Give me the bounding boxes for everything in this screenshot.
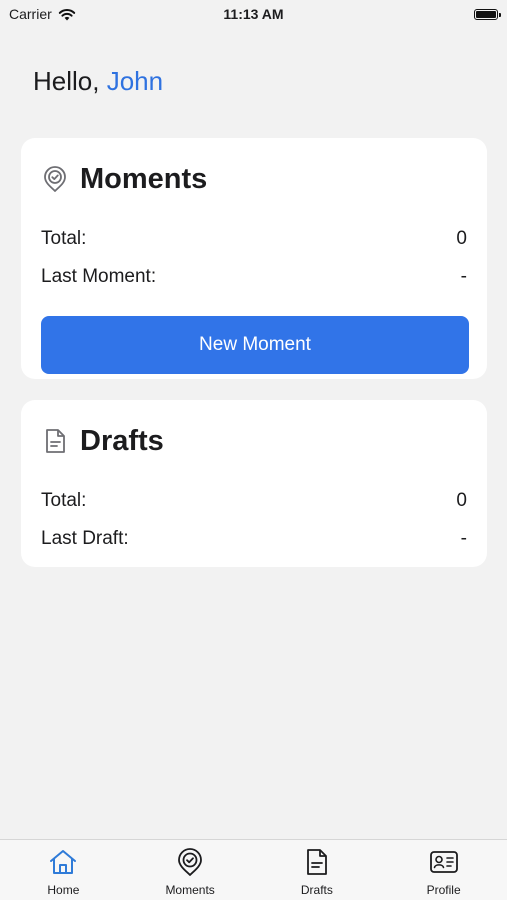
drafts-total-label: Total: — [41, 490, 87, 511]
moments-total-row: Total: 0 — [41, 220, 467, 258]
moments-card: Moments Total: 0 Last Moment: - New Mome… — [21, 138, 487, 379]
moments-card-header: Moments — [41, 138, 467, 220]
location-check-icon — [41, 165, 69, 193]
home-icon — [48, 847, 78, 877]
tab-home-label: Home — [47, 883, 80, 897]
tab-profile-label: Profile — [426, 883, 461, 897]
tab-drafts[interactable]: Drafts — [254, 840, 381, 900]
tab-moments-label: Moments — [165, 883, 215, 897]
tab-drafts-label: Drafts — [300, 883, 333, 897]
moments-title: Moments — [80, 162, 208, 195]
greeting-name: John — [106, 66, 164, 96]
drafts-card-header: Drafts — [41, 400, 467, 482]
moments-total-value: 0 — [456, 228, 467, 249]
drafts-total-value: 0 — [456, 490, 467, 511]
status-bar: Carrier 11:13 AM — [0, 0, 507, 28]
tab-home[interactable]: Home — [0, 840, 127, 900]
status-time: 11:13 AM — [223, 6, 284, 22]
greeting: Hello, John — [33, 66, 163, 97]
last-moment-value: - — [460, 266, 467, 287]
greeting-prefix: Hello, — [33, 66, 100, 96]
tab-profile[interactable]: Profile — [380, 840, 507, 900]
last-moment-label: Last Moment: — [41, 266, 157, 287]
document-icon — [302, 847, 332, 877]
location-check-icon — [175, 847, 205, 877]
new-moment-button[interactable]: New Moment — [41, 316, 469, 374]
tab-moments[interactable]: Moments — [127, 840, 254, 900]
drafts-card: Drafts Total: 0 Last Draft: - — [21, 400, 487, 567]
drafts-total-row: Total: 0 — [41, 482, 467, 520]
moments-total-label: Total: — [41, 228, 87, 249]
last-draft-row: Last Draft: - — [41, 520, 467, 558]
last-draft-label: Last Draft: — [41, 528, 129, 549]
id-card-icon — [429, 847, 459, 877]
battery-icon — [474, 8, 501, 20]
last-moment-row: Last Moment: - — [41, 258, 467, 296]
drafts-title: Drafts — [80, 424, 164, 457]
document-icon — [41, 427, 69, 455]
last-draft-value: - — [460, 528, 467, 549]
tab-bar: Home Moments Drafts Profile — [0, 839, 507, 900]
